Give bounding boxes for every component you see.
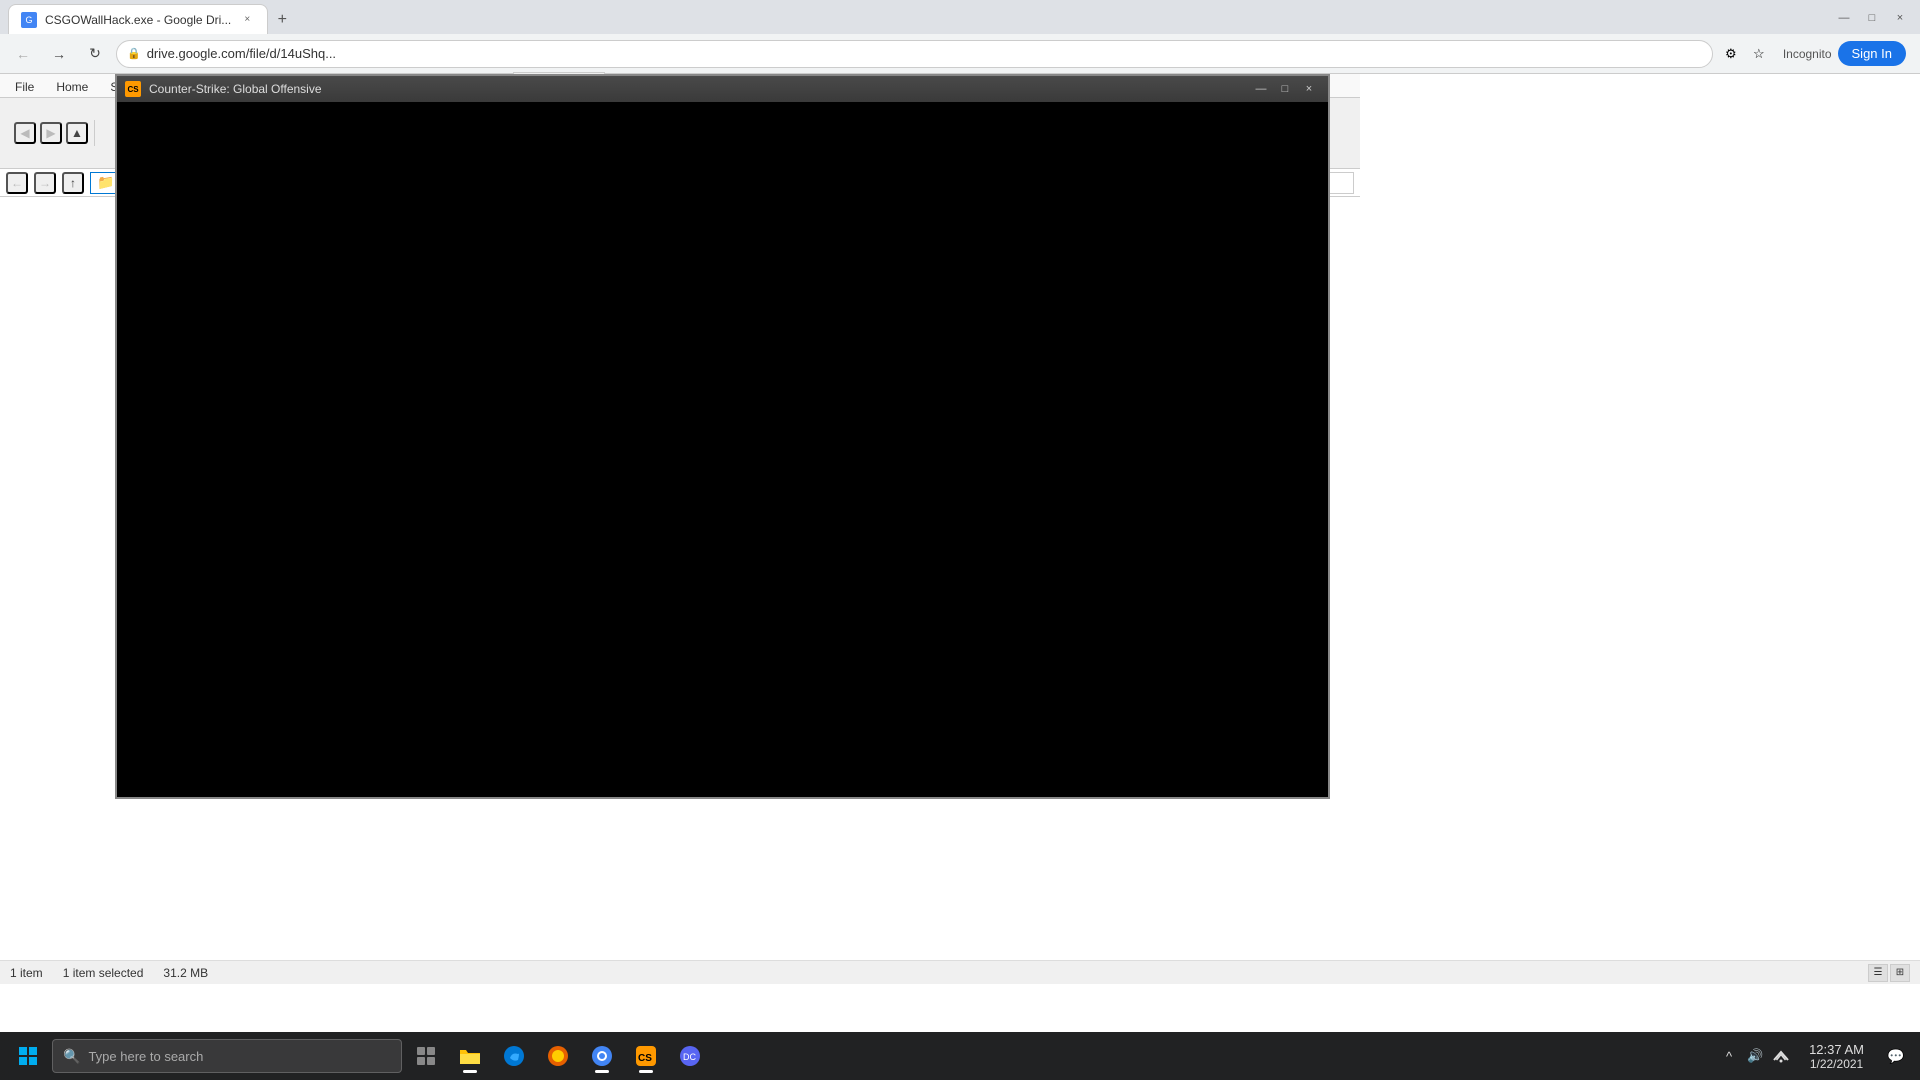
status-size: 31.2 MB xyxy=(163,966,208,980)
window-controls: — □ × xyxy=(1832,6,1912,34)
tab-close-button[interactable]: × xyxy=(239,12,255,28)
taskbar-search-icon: 🔍 xyxy=(63,1048,80,1065)
nav-refresh-button[interactable]: ↻ xyxy=(80,39,110,69)
ribbon-tab-file[interactable]: File xyxy=(4,75,45,98)
browser-maximize-button[interactable]: □ xyxy=(1860,6,1884,30)
nav-forward-button[interactable]: → xyxy=(44,39,74,69)
tab-favicon: G xyxy=(21,12,37,28)
csgo-close-button[interactable]: × xyxy=(1298,80,1320,98)
csgo-minimize-button[interactable]: — xyxy=(1250,80,1272,98)
chrome-profile: Incognito Sign In xyxy=(1777,41,1912,66)
browser-close-button[interactable]: × xyxy=(1888,6,1912,30)
tray-up-arrow[interactable]: ^ xyxy=(1717,1036,1741,1076)
csgo-game-window: CS Counter-Strike: Global Offensive — □ … xyxy=(115,74,1330,799)
fe-back-button[interactable]: ← xyxy=(6,172,28,194)
sign-in-button[interactable]: Sign In xyxy=(1838,41,1906,66)
chrome-browser: G CSGOWallHack.exe - Google Dri... × + —… xyxy=(0,0,1920,1080)
fe-view-icons: ☰ ⊞ xyxy=(1868,964,1910,982)
start-button[interactable] xyxy=(8,1036,48,1076)
fe-up-button[interactable]: ↑ xyxy=(62,172,84,194)
system-tray: ^ 🔊 xyxy=(1717,1036,1793,1076)
clock-widget[interactable]: 12:37 AM 1/22/2021 xyxy=(1801,1036,1872,1076)
taskbar-csgo-icon[interactable]: CS xyxy=(626,1036,666,1076)
fe-folder-icon: 📁 xyxy=(97,174,114,191)
taskbar-firefox-icon[interactable] xyxy=(538,1036,578,1076)
incognito-label: Incognito xyxy=(1783,47,1832,61)
status-selected: 1 item selected xyxy=(63,966,144,980)
tray-volume-icon[interactable]: 🔊 xyxy=(1743,1036,1767,1076)
ribbon-tab-home[interactable]: Home xyxy=(45,75,99,98)
fe-forward-button[interactable]: → xyxy=(34,172,56,194)
ribbon-nav-group: ◀ ▶ ▲ xyxy=(8,120,95,146)
address-bar[interactable]: 🔒 drive.google.com/file/d/14uShq... xyxy=(116,40,1713,68)
nav-back-button[interactable]: ← xyxy=(8,39,38,69)
ribbon-up-button[interactable]: ▲ xyxy=(66,122,88,144)
fe-status-bar: 1 item 1 item selected 31.2 MB ☰ ⊞ xyxy=(0,960,1920,984)
csgo-titlebar: CS Counter-Strike: Global Offensive — □ … xyxy=(117,76,1328,102)
svg-text:DC: DC xyxy=(683,1052,696,1062)
taskbar-indicator-csgo xyxy=(639,1070,653,1073)
taskbar-discord-icon[interactable]: DC xyxy=(670,1036,710,1076)
ribbon-back-button[interactable]: ◀ xyxy=(14,122,36,144)
fe-list-view-button[interactable]: ☰ xyxy=(1868,964,1888,982)
taskbar-right: ^ 🔊 12:37 AM 1/22/2021 💬 xyxy=(1717,1036,1912,1076)
chrome-tab-active[interactable]: G CSGOWallHack.exe - Google Dri... × xyxy=(8,4,268,34)
chrome-extensions: ⚙ ☆ xyxy=(1719,42,1771,66)
svg-text:CS: CS xyxy=(638,1053,652,1064)
new-tab-button[interactable]: + xyxy=(268,6,296,34)
tray-network-icon[interactable] xyxy=(1769,1036,1793,1076)
tab-title: CSGOWallHack.exe - Google Dri... xyxy=(45,13,231,27)
extension-icon-1[interactable]: ⚙ xyxy=(1719,42,1743,66)
clock-time: 12:37 AM xyxy=(1809,1042,1864,1057)
taskbar-search-bar[interactable]: 🔍 Type here to search xyxy=(52,1039,402,1073)
taskbar-indicator-fe xyxy=(463,1070,477,1073)
address-text: drive.google.com/file/d/14uShq... xyxy=(147,46,1702,61)
csgo-window-buttons: — □ × xyxy=(1250,80,1320,98)
taskbar-search-placeholder: Type here to search xyxy=(88,1049,203,1064)
browser-minimize-button[interactable]: — xyxy=(1832,6,1856,30)
taskbar-file-explorer-icon[interactable] xyxy=(450,1036,490,1076)
fe-details-view-button[interactable]: ⊞ xyxy=(1890,964,1910,982)
taskbar-task-view-button[interactable] xyxy=(406,1036,446,1076)
taskbar: 🔍 Type here to search xyxy=(0,1032,1920,1080)
ssl-lock-icon: 🔒 xyxy=(127,47,141,60)
chrome-title-bar: G CSGOWallHack.exe - Google Dri... × + —… xyxy=(0,0,1920,34)
taskbar-indicator-chrome xyxy=(595,1070,609,1073)
browser-content-area: File Home Share View Application Tools ⚙… xyxy=(0,74,1920,1032)
csgo-maximize-button[interactable]: □ xyxy=(1274,80,1296,98)
status-item-count: 1 item xyxy=(10,966,43,980)
csgo-app-icon: CS xyxy=(125,81,141,97)
taskbar-edge-icon[interactable] xyxy=(494,1036,534,1076)
chrome-toolbar: ← → ↻ 🔒 drive.google.com/file/d/14uShq..… xyxy=(0,34,1920,74)
csgo-title-text: Counter-Strike: Global Offensive xyxy=(149,82,1242,96)
extension-icon-2[interactable]: ☆ xyxy=(1747,42,1771,66)
clock-date: 1/22/2021 xyxy=(1810,1057,1863,1071)
notification-button[interactable]: 💬 xyxy=(1880,1036,1912,1076)
taskbar-chrome-icon[interactable] xyxy=(582,1036,622,1076)
ribbon-forward-button[interactable]: ▶ xyxy=(40,122,62,144)
